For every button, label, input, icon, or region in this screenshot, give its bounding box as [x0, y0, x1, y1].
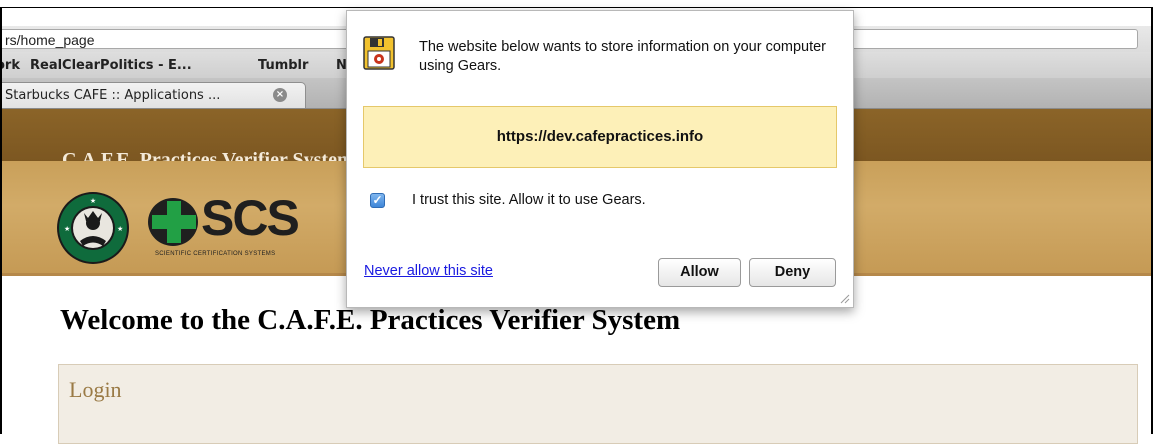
scs-logo-text: SCS [201, 190, 300, 246]
starbucks-logo-icon: ★ ★ ★ [57, 192, 129, 264]
trust-label: I trust this site. Allow it to use Gears… [412, 192, 646, 208]
login-title: Login [69, 377, 122, 402]
deny-button[interactable]: Deny [749, 258, 836, 287]
page-title: Welcome to the C.A.F.E. Practices Verifi… [60, 304, 681, 336]
scs-cross-icon [148, 198, 198, 246]
tab-label: Starbucks CAFE :: Applications ... [5, 88, 221, 103]
login-panel: Login [58, 364, 1138, 444]
tab-close-icon[interactable]: × [273, 88, 287, 102]
svg-text:★: ★ [90, 197, 96, 205]
allow-button[interactable]: Allow [658, 258, 741, 287]
bookmark-tumblr[interactable]: Tumblr [258, 58, 308, 73]
bookmark-item[interactable]: ork [2, 58, 20, 73]
svg-text:★: ★ [117, 225, 123, 233]
scs-logo: SCS SCIENTIFIC CERTIFICATION SYSTEMS [147, 190, 300, 257]
svg-text:★: ★ [64, 225, 70, 233]
resize-grip-icon[interactable] [838, 292, 850, 304]
checkbox-icon[interactable]: ✓ [370, 193, 385, 208]
origin-url: https://dev.cafepractices.info [363, 106, 837, 168]
dialog-message: The website below wants to store informa… [419, 39, 827, 74]
scs-logo-subtitle: SCIENTIFIC CERTIFICATION SYSTEMS [155, 251, 276, 257]
tab-starbucks-cafe[interactable]: Starbucks CAFE :: Applications ... × [2, 82, 306, 108]
bookmark-realclearpolitics[interactable]: RealClearPolitics - E... [30, 58, 192, 73]
gears-permission-dialog: The website below wants to store informa… [346, 10, 854, 308]
gears-floppy-icon [363, 36, 395, 70]
never-allow-link[interactable]: Never allow this site [364, 263, 493, 279]
